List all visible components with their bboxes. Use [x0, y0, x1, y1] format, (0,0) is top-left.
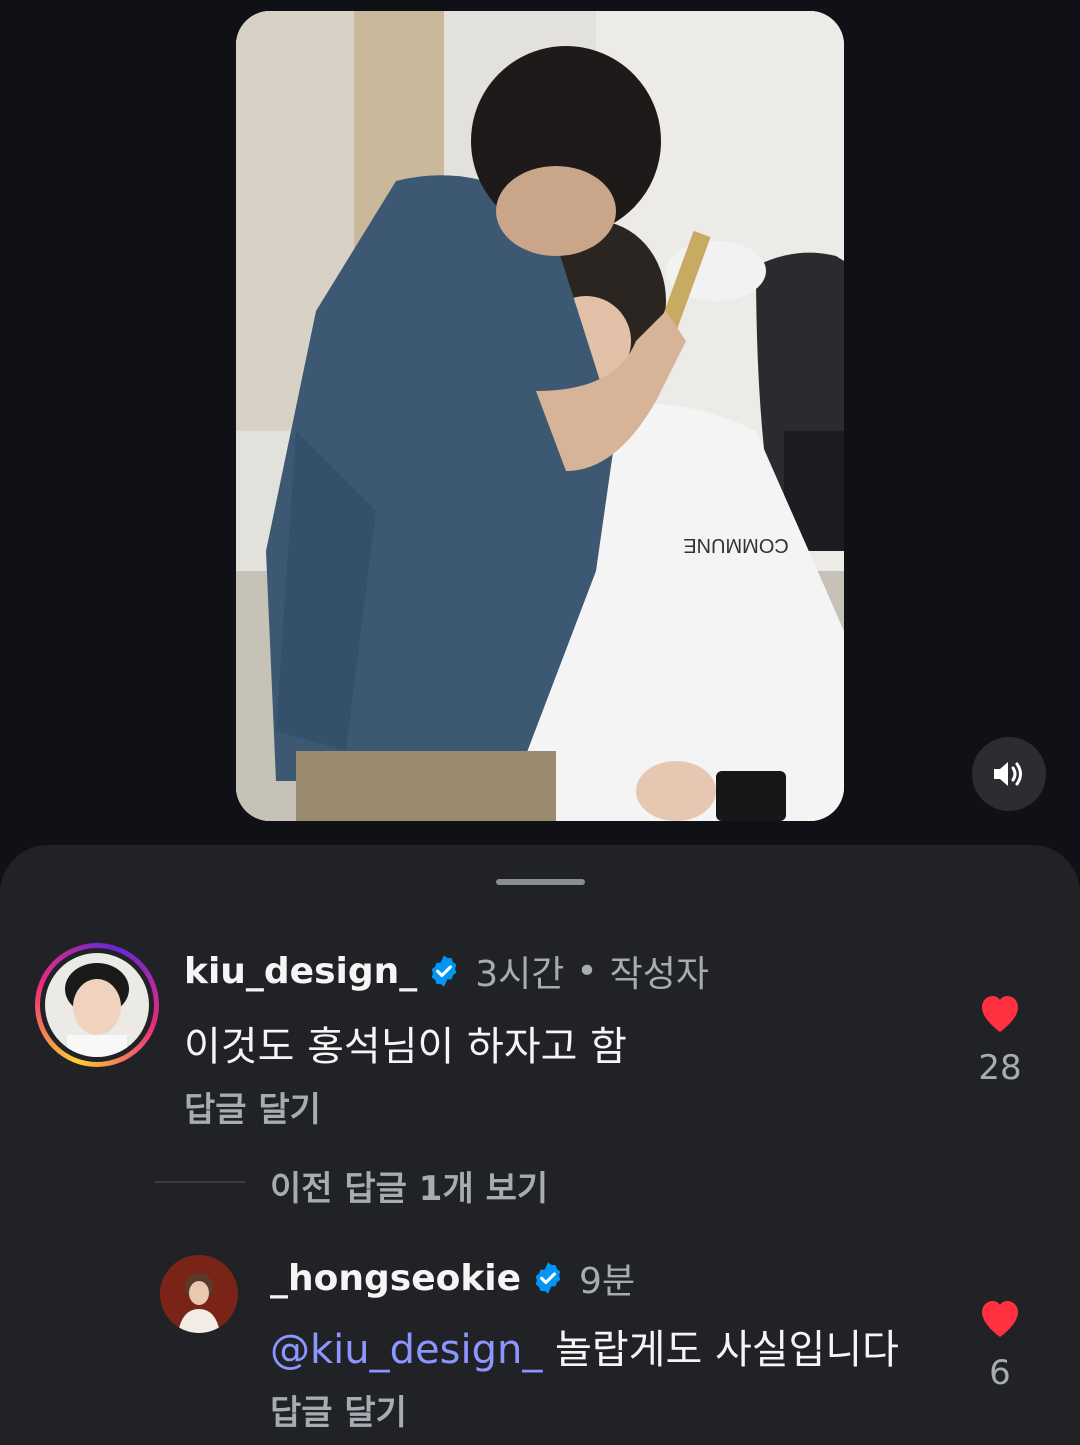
reply-username[interactable]: _hongseokie — [270, 1258, 521, 1299]
meta-separator: • — [576, 950, 598, 992]
screen: COMMUNE kiu_design_ 3시간 • 작성자 이것도 홍석님이 하… — [0, 0, 1080, 1445]
reply-button[interactable]: 답글 달기 — [184, 1082, 321, 1131]
reply-text: @kiu_design_ 놀랍게도 사실입니다 — [270, 1317, 899, 1375]
speaker-wave-icon — [994, 762, 1022, 786]
avatar-story-ring[interactable] — [35, 943, 159, 1067]
verified-badge-icon — [531, 1261, 565, 1295]
thread-divider — [155, 1181, 245, 1183]
video-preview[interactable]: COMMUNE — [236, 11, 844, 821]
verified-badge-icon — [427, 954, 461, 988]
reply-body: 놀랍게도 사실입니다 — [555, 1327, 899, 1373]
like-count: 28 — [978, 1048, 1022, 1088]
sheet-drag-handle[interactable] — [496, 879, 585, 885]
mention-link[interactable]: @kiu_design_ — [270, 1327, 542, 1373]
comment-timestamp: 3시간 — [475, 954, 565, 995]
comment-text: 이것도 홍석님이 하자고 함 — [184, 1024, 627, 1070]
heart-filled-icon[interactable] — [976, 1295, 1024, 1339]
reply-timestamp: 9분 — [579, 1261, 636, 1302]
like-control: 28 — [970, 990, 1030, 1088]
cape-logo-text: COMMUNE — [683, 534, 789, 556]
comments-sheet: kiu_design_ 3시간 • 작성자 이것도 홍석님이 하자고 함 답글 … — [0, 845, 1080, 1445]
reply-button[interactable]: 답글 달기 — [270, 1385, 407, 1434]
sound-toggle-button[interactable] — [972, 737, 1046, 811]
heart-filled-icon[interactable] — [976, 990, 1024, 1034]
comment-username[interactable]: kiu_design_ — [184, 951, 417, 992]
like-control: 6 — [970, 1295, 1030, 1393]
like-count: 6 — [989, 1353, 1011, 1393]
view-previous-replies-button[interactable]: 이전 답글 1개 보기 — [270, 1161, 548, 1210]
avatar — [45, 953, 149, 1057]
avatar[interactable] — [160, 1255, 238, 1333]
video-frame: COMMUNE — [236, 11, 844, 821]
author-label: 작성자 — [609, 954, 710, 995]
